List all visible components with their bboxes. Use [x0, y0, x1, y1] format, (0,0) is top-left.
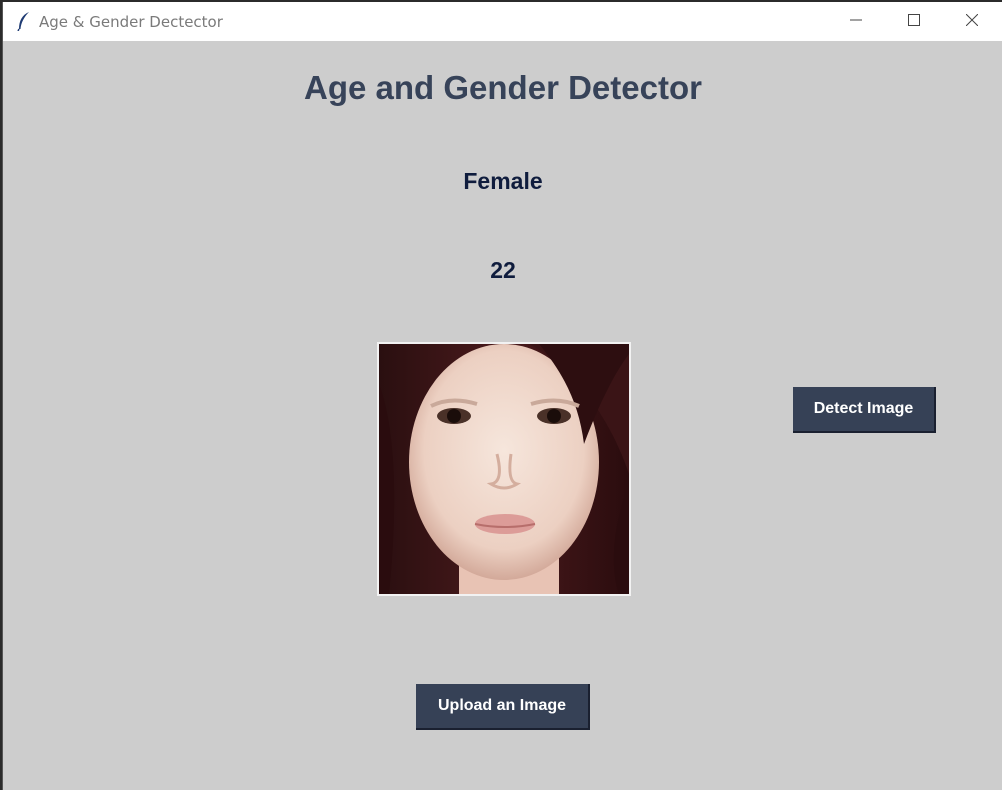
upload-image-button[interactable]: Upload an Image — [416, 684, 590, 730]
maximize-button[interactable] — [891, 2, 937, 41]
page-title: Age and Gender Detector — [304, 69, 702, 106]
feather-icon — [16, 11, 32, 32]
face-photo — [379, 344, 629, 594]
minimize-button[interactable] — [833, 2, 879, 41]
gender-result: Female — [463, 168, 543, 194]
age-result: 22 — [490, 257, 516, 283]
app-window: Age & Gender Dectector Age and Gender De… — [2, 2, 1002, 790]
main-content: Age and Gender Detector Female 22 Detect… — [3, 41, 1002, 790]
uploaded-face-image — [377, 342, 631, 596]
maximize-icon — [908, 13, 920, 31]
close-icon — [965, 13, 979, 31]
detect-image-button[interactable]: Detect Image — [793, 387, 936, 433]
close-button[interactable] — [949, 2, 995, 41]
title-bar[interactable]: Age & Gender Dectector — [3, 2, 1002, 41]
window-title: Age & Gender Dectector — [39, 13, 223, 31]
minimize-icon — [850, 13, 862, 31]
